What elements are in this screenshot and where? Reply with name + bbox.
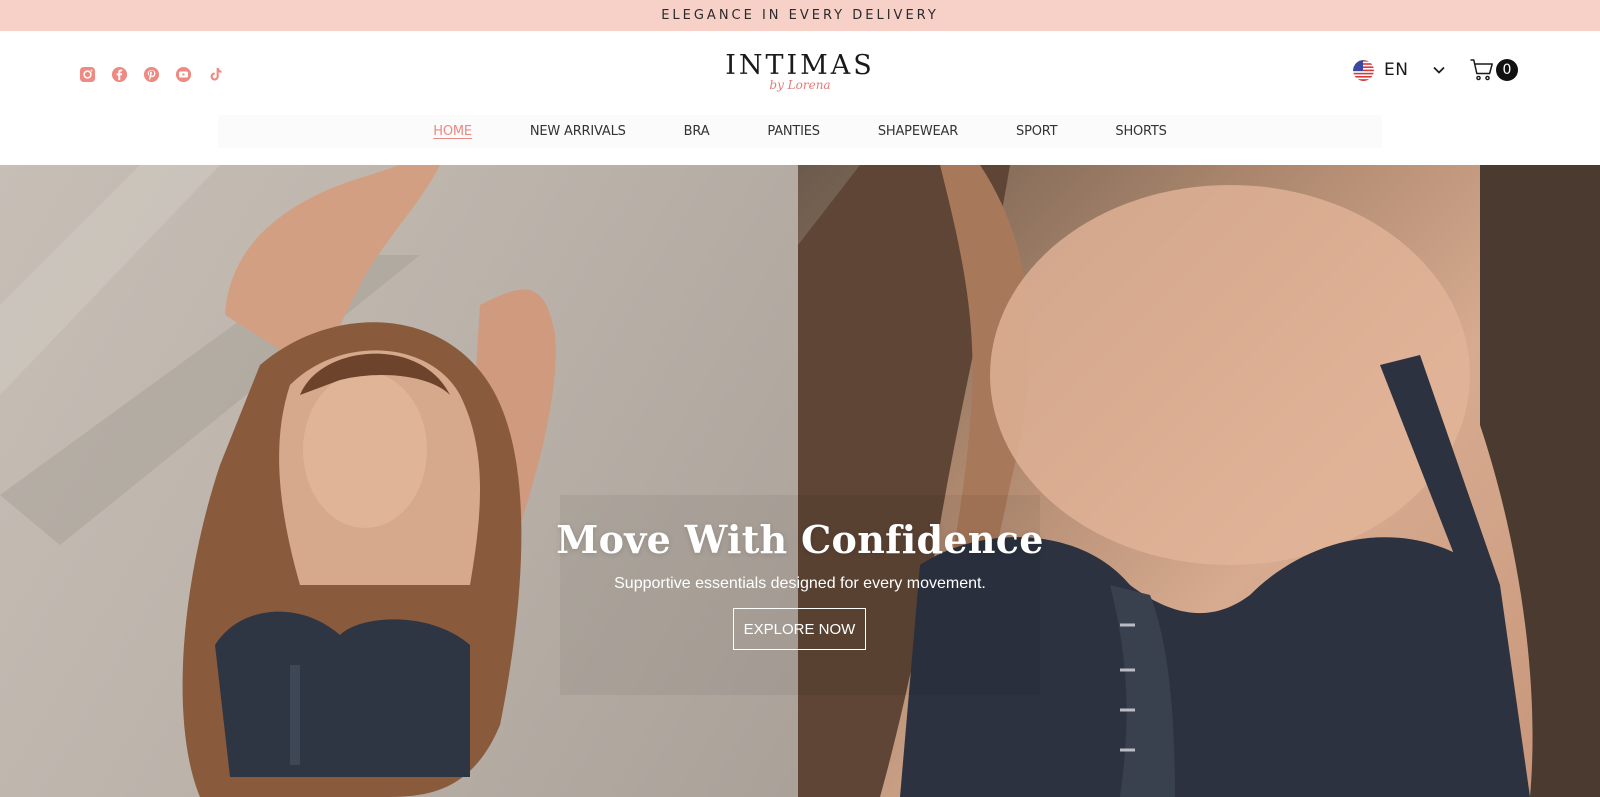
nav-item-sport[interactable]: SPORT (1016, 124, 1058, 139)
nav-item-new-arrivals[interactable]: NEW ARRIVALS (530, 124, 626, 139)
nav-item-home[interactable]: HOME (433, 124, 472, 139)
tiktok-icon[interactable] (207, 66, 224, 83)
nav-item-bra[interactable]: BRA (684, 124, 710, 139)
cart-count-badge: 0 (1496, 59, 1518, 81)
language-selector[interactable]: EN (1353, 58, 1446, 82)
brand-logo[interactable]: INTIMAS by Lorena (720, 51, 880, 97)
hero-subtitle: Supportive essentials designed for every… (614, 575, 986, 592)
logo-signature: by Lorena (769, 78, 831, 92)
nav-item-panties[interactable]: PANTIES (767, 124, 820, 139)
us-flag-icon (1353, 59, 1374, 81)
nav-item-shapewear[interactable]: SHAPEWEAR (878, 124, 958, 139)
facebook-icon[interactable] (111, 66, 128, 83)
hero-title: Move With Confidence (556, 517, 1044, 562)
cart-button[interactable]: 0 (1469, 57, 1518, 83)
announcement-bar: ELEGANCE IN EVERY DELIVERY (0, 0, 1600, 31)
explore-now-button[interactable]: EXPLORE NOW (733, 608, 866, 650)
pinterest-icon[interactable] (143, 66, 160, 83)
language-code: EN (1384, 60, 1409, 80)
chevron-down-icon (1433, 66, 1446, 74)
instagram-icon[interactable] (79, 66, 96, 83)
logo-wordmark: INTIMAS (725, 50, 875, 81)
nav-item-shorts[interactable]: SHORTS (1115, 124, 1167, 139)
cart-icon (1470, 59, 1493, 81)
hero-banner: Move With Confidence Supportive essentia… (0, 165, 1600, 797)
announcement-text: ELEGANCE IN EVERY DELIVERY (661, 8, 939, 23)
main-nav: HOME NEW ARRIVALS BRA PANTIES SHAPEWEAR … (218, 115, 1382, 148)
hero-illustration (0, 165, 1600, 797)
site-header: INTIMAS by Lorena EN 0 HOME NEW ARRIVALS… (0, 31, 1600, 165)
social-links (79, 66, 224, 83)
youtube-icon[interactable] (175, 66, 192, 83)
